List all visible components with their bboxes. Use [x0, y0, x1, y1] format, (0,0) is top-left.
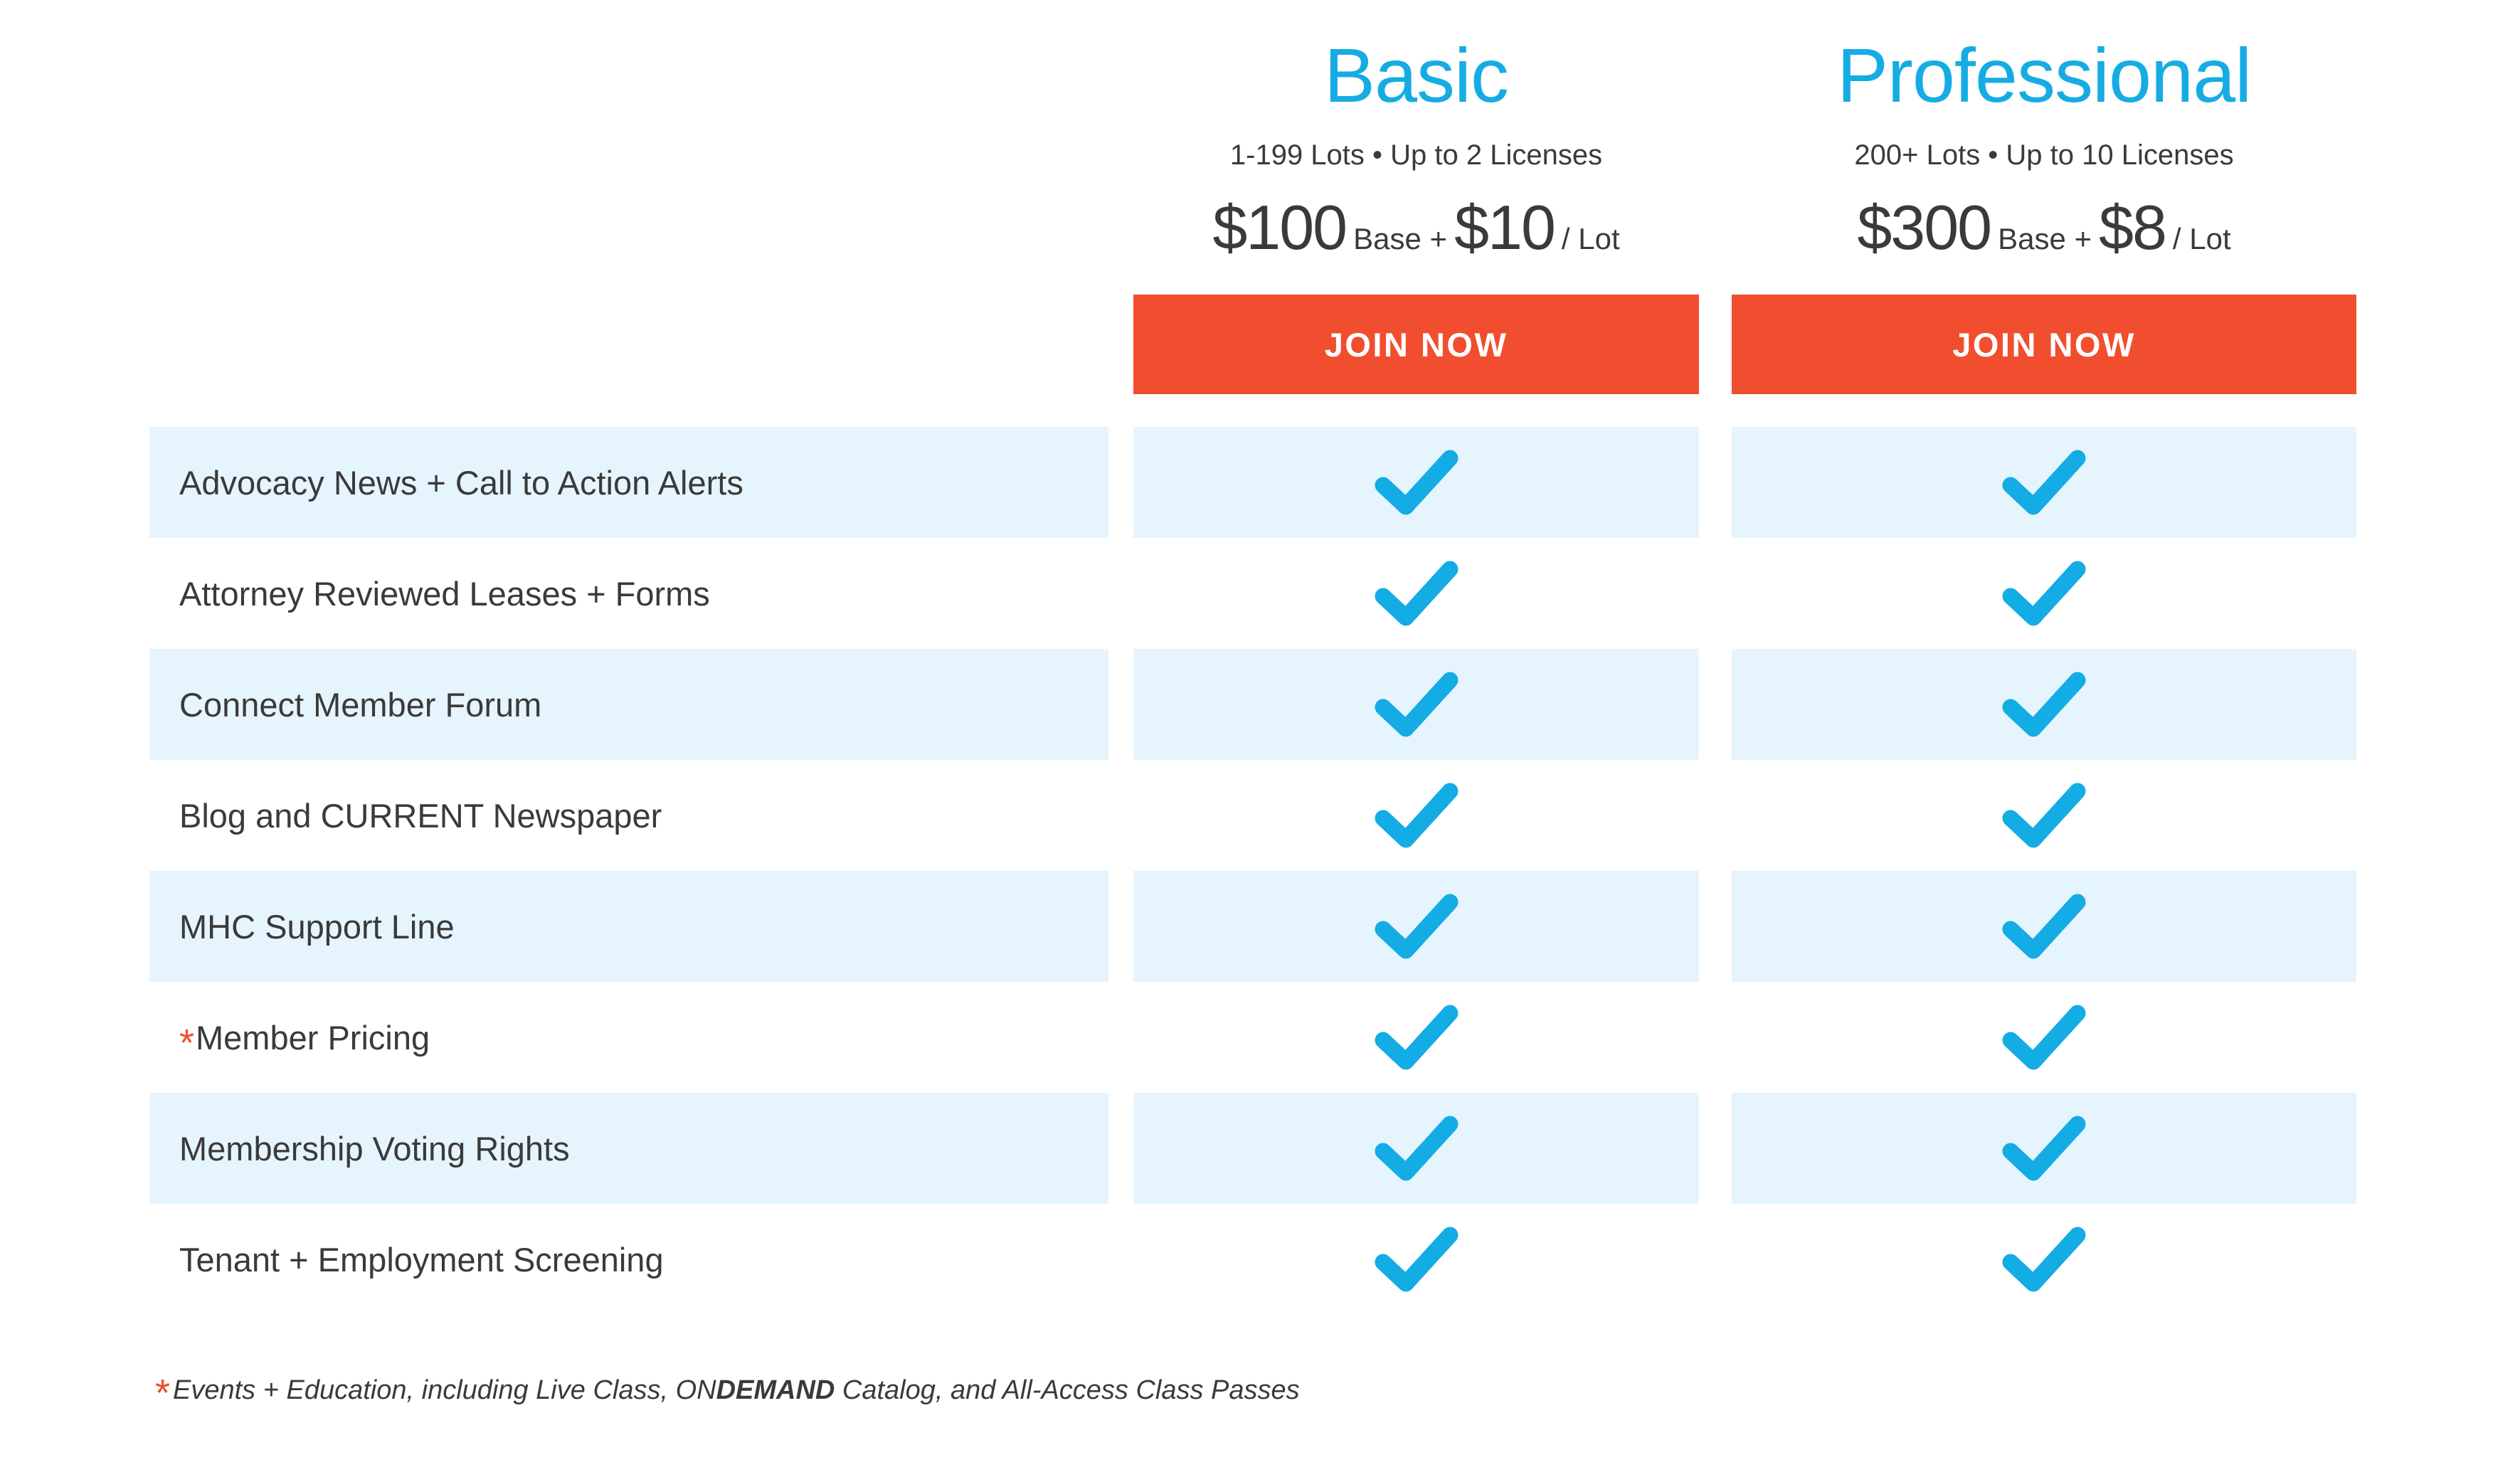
footnote-text-before: Events + Education, including Live Class… [173, 1375, 716, 1405]
feature-label-text: Tenant + Employment Screening [179, 1240, 664, 1279]
feature-label-text: Attorney Reviewed Leases + Forms [179, 574, 710, 613]
feature-check-professional [1732, 982, 2356, 1093]
plan-price-basic: $100 Base + $10/ Lot [1133, 194, 1699, 280]
feature-check-basic [1133, 649, 1699, 760]
plan-header-basic: Basic 1-199 Lots • Up to 2 Licenses $100… [1133, 0, 1699, 285]
feature-check-professional [1732, 427, 2356, 538]
feature-check-basic [1133, 760, 1699, 871]
table-row: Blog and CURRENT Newspaper [0, 760, 2520, 871]
feature-check-professional [1732, 871, 2356, 982]
feature-label: Advocacy News + Call to Action Alerts [179, 427, 743, 538]
feature-rows: Advocacy News + Call to Action Alerts Att… [0, 427, 2520, 1316]
table-row: MHC Support Line [0, 871, 2520, 982]
feature-check-basic [1133, 982, 1699, 1093]
table-row: Advocacy News + Call to Action Alerts [0, 427, 2520, 538]
feature-check-professional [1732, 1204, 2356, 1315]
footnote-text-bold: DEMAND [716, 1375, 835, 1405]
join-now-button-basic[interactable]: JOIN NOW [1133, 295, 1699, 394]
plan-price-professional: $300 Base + $8/ Lot [1732, 194, 2356, 280]
price-base-amount-basic: $100 [1212, 192, 1348, 263]
feature-label: * Member Pricing [179, 982, 430, 1093]
footnote-text-after: Catalog, and All-Access Class Passes [835, 1375, 1300, 1405]
feature-label-text: Advocacy News + Call to Action Alerts [179, 463, 743, 502]
table-row: Membership Voting Rights [0, 1093, 2520, 1204]
table-row: Connect Member Forum [0, 649, 2520, 760]
feature-label: MHC Support Line [179, 871, 455, 982]
price-unit-amount-professional: $8 [2099, 192, 2167, 263]
feature-check-basic [1133, 1093, 1699, 1204]
feature-label-text: Membership Voting Rights [179, 1129, 570, 1168]
feature-check-professional [1732, 1093, 2356, 1204]
table-row: * Member Pricing [0, 982, 2520, 1093]
feature-label: Blog and CURRENT Newspaper [179, 760, 662, 871]
feature-label: Connect Member Forum [179, 649, 541, 760]
feature-label-text: Member Pricing [196, 1018, 430, 1057]
feature-check-professional [1732, 538, 2356, 649]
feature-label: Membership Voting Rights [179, 1093, 570, 1204]
price-base-label-basic: Base + [1353, 222, 1448, 255]
asterisk-icon: * [179, 1022, 195, 1064]
table-row: Attorney Reviewed Leases + Forms [0, 538, 2520, 649]
plan-meta-basic: 1-199 Lots • Up to 2 Licenses [1229, 139, 1603, 171]
price-base-label-professional: Base + [1998, 222, 2092, 255]
feature-check-basic [1133, 427, 1699, 538]
feature-check-basic [1133, 538, 1699, 649]
price-unit-label-professional: / Lot [2172, 222, 2231, 255]
feature-check-basic [1133, 1204, 1699, 1315]
price-base-amount-professional: $300 [1857, 192, 1992, 263]
price-unit-label-basic: / Lot [1561, 222, 1620, 255]
table-row: Tenant + Employment Screening [0, 1204, 2520, 1315]
asterisk-icon: * [155, 1372, 171, 1414]
feature-check-professional [1732, 760, 2356, 871]
feature-label: Tenant + Employment Screening [179, 1204, 664, 1315]
plan-title-professional: Professional [1836, 32, 2252, 118]
plan-title-basic: Basic [1323, 32, 1509, 118]
price-unit-amount-basic: $10 [1454, 192, 1556, 263]
feature-label: Attorney Reviewed Leases + Forms [179, 538, 710, 649]
join-now-button-professional[interactable]: JOIN NOW [1732, 295, 2356, 394]
plan-meta-professional: 200+ Lots • Up to 10 Licenses [1854, 139, 2234, 171]
feature-label-text: MHC Support Line [179, 907, 455, 946]
footnote: * Events + Education, including Live Clas… [155, 1370, 1300, 1412]
pricing-comparison-table: Basic 1-199 Lots • Up to 2 Licenses $100… [0, 0, 2520, 1482]
feature-check-basic [1133, 871, 1699, 982]
plan-header-professional: Professional 200+ Lots • Up to 10 Licens… [1732, 0, 2356, 285]
feature-label-text: Blog and CURRENT Newspaper [179, 796, 662, 835]
feature-check-professional [1732, 649, 2356, 760]
feature-label-text: Connect Member Forum [179, 685, 542, 724]
